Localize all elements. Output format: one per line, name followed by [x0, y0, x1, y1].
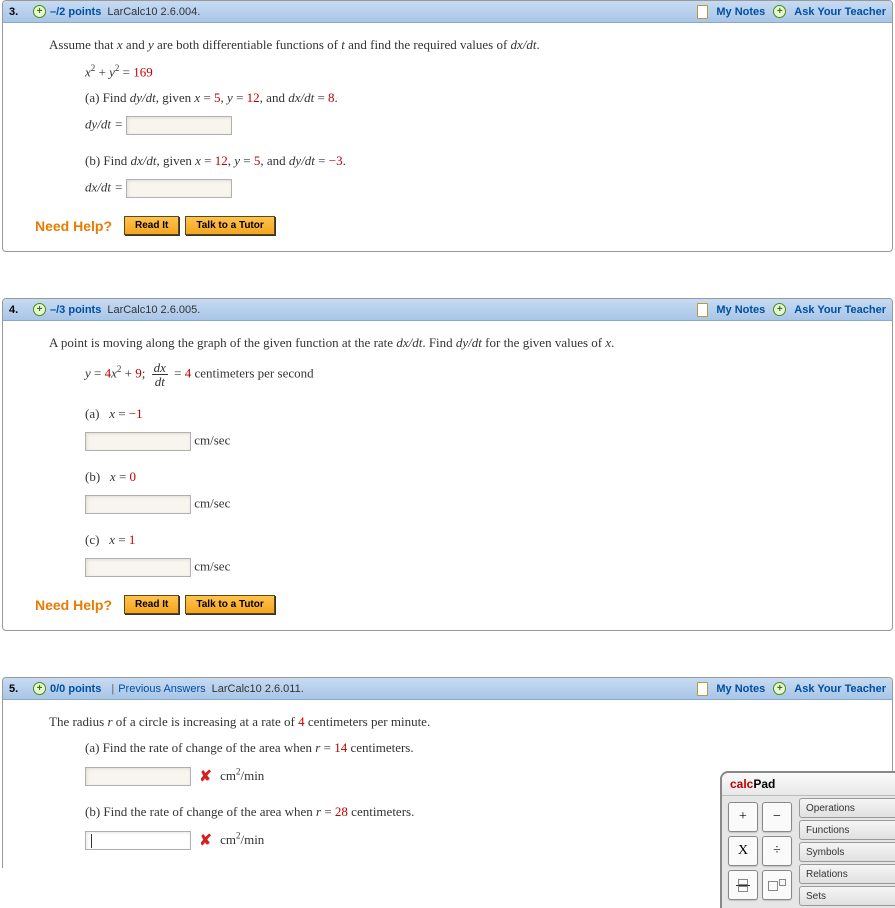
op-minus-button[interactable]: − [762, 802, 792, 832]
answer-input-4c[interactable] [85, 558, 191, 577]
wrong-icon: ✘ [199, 831, 212, 850]
op-plus-button[interactable]: + [728, 802, 758, 832]
equation: x2 + y2 = 169 [85, 63, 880, 80]
ask-teacher-link[interactable]: Ask Your Teacher [794, 6, 886, 18]
source-ref: LarCalc10 2.6.004. [107, 6, 200, 18]
points-label[interactable]: –/3 points [50, 304, 101, 316]
need-help-label: Need Help? [35, 597, 112, 613]
help-row: Need Help? Read It Talk to a Tutor [35, 216, 880, 235]
answer-input-5b[interactable] [85, 831, 191, 850]
my-notes-link[interactable]: My Notes [716, 683, 765, 695]
prompt-text: A point is moving along the graph of the… [49, 335, 880, 351]
op-times-button[interactable]: X [728, 836, 758, 866]
talk-tutor-button[interactable]: Talk to a Tutor [185, 595, 274, 614]
points-label[interactable]: 0/0 points [50, 683, 101, 695]
tab-sets[interactable]: Sets [799, 886, 895, 906]
points-label[interactable]: –/2 points [50, 6, 101, 18]
help-row: Need Help? Read It Talk to a Tutor [35, 595, 880, 614]
tab-operations[interactable]: Operations [799, 798, 895, 818]
calcpad-panel: calcPad + − X ÷ Operations Functions Sym… [720, 771, 895, 908]
notes-icon[interactable] [697, 303, 708, 317]
answer-input-3b[interactable] [126, 179, 232, 198]
ask-teacher-link[interactable]: Ask Your Teacher [794, 304, 886, 316]
question-number: 4. [9, 304, 27, 316]
part-c-label: (c) x = 1 [85, 532, 880, 548]
source-ref: LarCalc10 2.6.005. [107, 304, 200, 316]
question-header: 3. + –/2 points LarCalc10 2.6.004. My No… [3, 1, 892, 23]
part-a-text: (a) Find dy/dt, given x = 5, y = 12, and… [85, 90, 880, 106]
my-notes-link[interactable]: My Notes [716, 304, 765, 316]
op-exponent-button[interactable] [762, 870, 792, 900]
read-it-button[interactable]: Read It [124, 216, 179, 235]
answer-input-4a[interactable] [85, 432, 191, 451]
op-divide-button[interactable]: ÷ [762, 836, 792, 866]
calcpad-operators: + − X ÷ [722, 796, 796, 908]
part-b-answer: dx/dt = [85, 179, 880, 198]
question-number: 5. [9, 683, 27, 695]
fraction-icon [736, 879, 750, 892]
unit-label: cm/sec [194, 496, 230, 511]
exponent-icon [768, 879, 786, 891]
calcpad-title: calcPad [722, 773, 895, 796]
part-b-label: (b) x = 0 [85, 469, 880, 485]
question-3: 3. + –/2 points LarCalc10 2.6.004. My No… [2, 0, 893, 252]
need-help-label: Need Help? [35, 218, 112, 234]
wrong-icon: ✘ [199, 767, 212, 786]
part-a-label: (a) x = −1 [85, 406, 880, 422]
tab-functions[interactable]: Functions [799, 820, 895, 840]
answer-input-5a[interactable] [85, 767, 191, 786]
notes-icon[interactable] [697, 682, 708, 696]
part-b-text: (b) Find dx/dt, given x = 12, y = 5, and… [85, 153, 880, 169]
my-notes-link[interactable]: My Notes [716, 6, 765, 18]
question-body: Assume that x and y are both differentia… [3, 23, 892, 251]
expand-icon[interactable]: + [33, 682, 46, 695]
part-a-answer: dy/dt = [85, 116, 880, 135]
expand-icon[interactable]: + [33, 5, 46, 18]
part-a-answer: cm/sec [85, 432, 880, 451]
equation: y = 4x2 + 9; dxdt = 4 centimeters per se… [85, 361, 880, 388]
calcpad-tabs: Operations Functions Symbols Relations S… [796, 796, 895, 908]
plus-icon[interactable]: + [773, 682, 786, 695]
op-fraction-button[interactable] [728, 870, 758, 900]
question-body: A point is moving along the graph of the… [3, 321, 892, 630]
answer-input-3a[interactable] [126, 116, 232, 135]
tab-symbols[interactable]: Symbols [799, 842, 895, 862]
ask-teacher-link[interactable]: Ask Your Teacher [794, 683, 886, 695]
notes-icon[interactable] [697, 5, 708, 19]
unit-label: cm/sec [194, 433, 230, 448]
unit-label: cm2/min [220, 832, 264, 847]
read-it-button[interactable]: Read It [124, 595, 179, 614]
part-a-text: (a) Find the rate of change of the area … [85, 740, 880, 756]
expand-icon[interactable]: + [33, 303, 46, 316]
plus-icon[interactable]: + [773, 5, 786, 18]
unit-label: cm2/min [220, 768, 264, 783]
tab-relations[interactable]: Relations [799, 864, 895, 884]
part-c-answer: cm/sec [85, 558, 880, 577]
question-4: 4. + –/3 points LarCalc10 2.6.005. My No… [2, 298, 893, 631]
prompt-text: The radius r of a circle is increasing a… [49, 714, 880, 730]
unit-label: cm/sec [194, 559, 230, 574]
source-ref: LarCalc10 2.6.011. [212, 683, 304, 695]
question-header: 4. + –/3 points LarCalc10 2.6.005. My No… [3, 299, 892, 321]
question-number: 3. [9, 6, 27, 18]
answer-input-4b[interactable] [85, 495, 191, 514]
talk-tutor-button[interactable]: Talk to a Tutor [185, 216, 274, 235]
part-b-answer: cm/sec [85, 495, 880, 514]
question-header: 5. + 0/0 points | Previous Answers LarCa… [3, 678, 892, 700]
plus-icon[interactable]: + [773, 303, 786, 316]
previous-answers-link[interactable]: Previous Answers [118, 683, 205, 695]
text-cursor [91, 834, 92, 848]
prompt-text: Assume that x and y are both differentia… [49, 37, 880, 53]
